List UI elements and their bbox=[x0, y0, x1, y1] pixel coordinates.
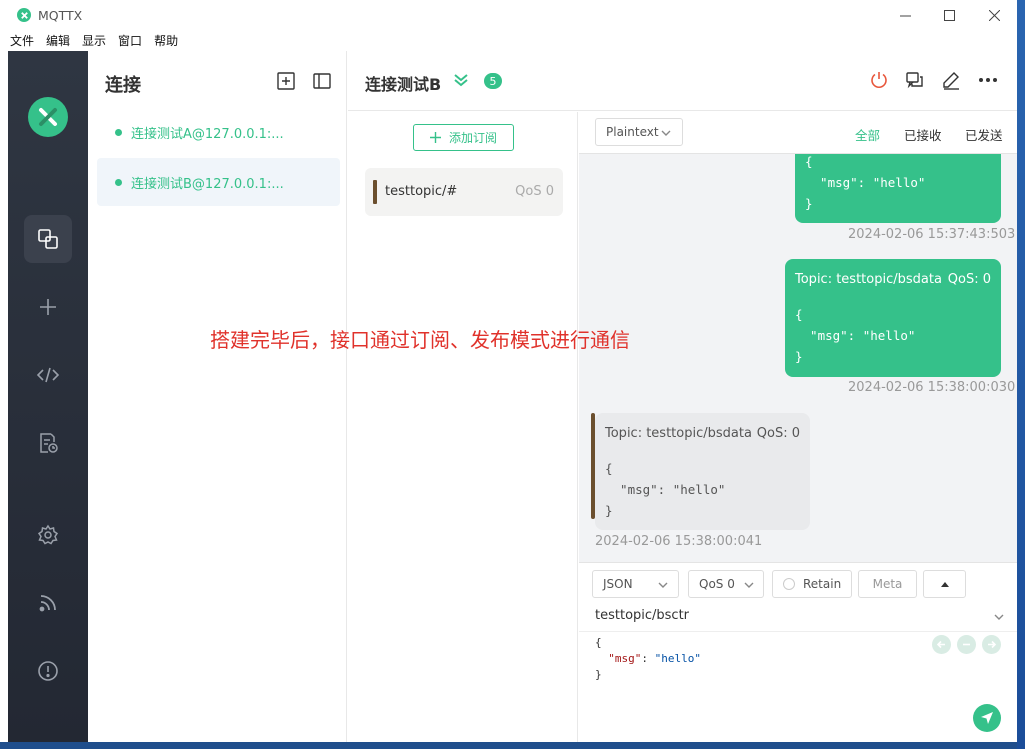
retain-label: Retain bbox=[803, 577, 842, 591]
nav-about-icon[interactable] bbox=[24, 647, 72, 695]
edit-connection-icon[interactable] bbox=[940, 69, 962, 91]
subscription-topic: testtopic/# bbox=[385, 184, 458, 199]
nav-connections-icon[interactable] bbox=[24, 215, 72, 263]
nav-settings-icon[interactable] bbox=[24, 511, 72, 559]
new-window-icon[interactable] bbox=[904, 69, 926, 91]
retain-checkbox[interactable]: Retain bbox=[772, 570, 852, 598]
history-next-icon[interactable] bbox=[982, 635, 1001, 654]
nav-new-connection-icon[interactable] bbox=[24, 283, 72, 331]
disconnect-power-icon[interactable] bbox=[868, 69, 890, 91]
message-payload: { "msg": "hello" } bbox=[605, 461, 726, 518]
filter-sent-tab[interactable]: 已发送 bbox=[965, 125, 1003, 144]
topic-divider bbox=[579, 631, 1018, 632]
message-filter-bar: Plaintext 全部 已接收 已发送 bbox=[579, 112, 1018, 154]
connection-title: 连接测试B bbox=[365, 75, 442, 94]
message-list: { "msg": "hello" } 2024-02-06 15:37:43:5… bbox=[579, 112, 1018, 562]
menu-edit[interactable]: 编辑 bbox=[46, 32, 70, 49]
message-topic: Topic: testtopic/bsdata bbox=[795, 272, 942, 287]
desktop-background bbox=[1017, 0, 1025, 749]
payload-separator: : bbox=[641, 652, 655, 665]
menu-help[interactable]: 帮助 bbox=[154, 32, 178, 49]
publish-topic-input[interactable]: testtopic/bsctr bbox=[595, 608, 689, 623]
annotation-caption: 搭建完毕后，接口通过订阅、发布模式进行通信 bbox=[210, 328, 630, 352]
topic-history-chevron-icon[interactable] bbox=[993, 611, 1005, 623]
connection-name: 连接测试A@127.0.0.1:... bbox=[131, 126, 284, 142]
app-window: MQTTX 文件 编辑 显示 窗口 帮助 连接 连接测试A@127.0.0.1:… bbox=[0, 0, 1025, 742]
collapse-up-button[interactable] bbox=[923, 570, 966, 598]
retain-radio-icon bbox=[783, 578, 795, 590]
message-bubble-sent: Topic: testtopic/bsdata QoS: 0 { "msg": … bbox=[785, 259, 1001, 377]
add-subscription-button[interactable]: 添加订阅 bbox=[413, 124, 514, 151]
subscription-item[interactable]: testtopic/# QoS 0 bbox=[365, 168, 563, 216]
meta-label: Meta bbox=[872, 577, 903, 591]
add-subscription-label: 添加订阅 bbox=[448, 131, 497, 145]
connection-name: 连接测试B@127.0.0.1:... bbox=[131, 176, 284, 192]
chevron-down-icon bbox=[658, 582, 668, 588]
online-status-dot bbox=[115, 178, 122, 186]
filter-received-tab[interactable]: 已接收 bbox=[904, 125, 942, 144]
history-previous-icon[interactable] bbox=[932, 635, 951, 654]
message-timestamp: 2024-02-06 15:38:00:030 bbox=[848, 380, 1016, 395]
connections-title: 连接 bbox=[105, 75, 141, 96]
message-topic: Topic: testtopic/bsdata bbox=[605, 426, 752, 441]
menu-file[interactable]: 文件 bbox=[10, 32, 34, 49]
subscription-color-bar bbox=[373, 180, 377, 204]
subscription-qos: QoS 0 bbox=[515, 184, 554, 199]
payload-key: "msg" bbox=[608, 652, 642, 665]
app-logo-icon bbox=[17, 8, 31, 22]
message-count-badge: 5 bbox=[484, 73, 502, 89]
mqttx-logo bbox=[28, 97, 68, 137]
filter-all-tab[interactable]: 全部 bbox=[855, 125, 880, 144]
message-qos: QoS: 0 bbox=[756, 426, 800, 441]
connections-panel: 连接 连接测试A@127.0.0.1:... 连接测试B@127.0.0.1:.… bbox=[88, 51, 347, 742]
nav-log-icon[interactable] bbox=[24, 419, 72, 467]
nav-subscribe-feed-icon[interactable] bbox=[24, 579, 72, 627]
close-window-button[interactable] bbox=[971, 0, 1017, 30]
connection-header: 连接测试B 5 bbox=[348, 51, 1018, 111]
chevron-double-down-icon[interactable] bbox=[453, 72, 469, 92]
send-icon bbox=[981, 712, 993, 724]
payload-brace-open: { bbox=[595, 636, 602, 649]
payload-value: "hello" bbox=[654, 652, 701, 665]
toggle-panel-icon[interactable] bbox=[313, 72, 331, 90]
payload-editor[interactable]: { "msg": "hello" } bbox=[595, 635, 701, 683]
message-payload: { "msg": "hello" } bbox=[805, 154, 926, 211]
menu-bar: 文件 编辑 显示 窗口 帮助 bbox=[0, 30, 1018, 51]
subscription-color-bar bbox=[591, 413, 595, 519]
message-bubble-received: Topic: testtopic/bsdata QoS: 0 { "msg": … bbox=[591, 413, 810, 530]
left-sidebar bbox=[8, 51, 88, 742]
online-status-dot bbox=[115, 128, 122, 136]
meta-button[interactable]: Meta bbox=[858, 570, 917, 598]
chevron-down-icon bbox=[661, 130, 671, 136]
send-message-button[interactable] bbox=[973, 704, 1001, 732]
message-payload: { "msg": "hello" } bbox=[795, 307, 916, 364]
connection-item-a[interactable]: 连接测试A@127.0.0.1:... bbox=[97, 108, 340, 156]
payload-type-value: JSON bbox=[603, 577, 633, 591]
maximize-button[interactable] bbox=[926, 0, 972, 30]
history-clear-icon[interactable] bbox=[957, 635, 976, 654]
connection-item-b[interactable]: 连接测试B@127.0.0.1:... bbox=[97, 158, 340, 206]
payload-format-select[interactable]: Plaintext bbox=[595, 118, 683, 146]
publish-panel: JSON QoS 0 Retain Meta testtopic/bsctr {… bbox=[579, 562, 1018, 742]
payload-type-select[interactable]: JSON bbox=[592, 570, 679, 598]
minimize-button[interactable] bbox=[882, 0, 928, 30]
message-timestamp: 2024-02-06 15:37:43:503 bbox=[848, 227, 1016, 242]
publish-qos-select[interactable]: QoS 0 bbox=[688, 570, 764, 598]
caret-up-icon bbox=[940, 582, 949, 587]
menu-window[interactable]: 窗口 bbox=[118, 32, 142, 49]
nav-script-icon[interactable] bbox=[24, 351, 72, 399]
menu-view[interactable]: 显示 bbox=[82, 32, 106, 49]
chevron-down-icon bbox=[744, 582, 754, 588]
new-connection-icon[interactable] bbox=[277, 72, 295, 90]
payload-format-value: Plaintext bbox=[606, 125, 659, 139]
message-timestamp: 2024-02-06 15:38:00:041 bbox=[595, 534, 763, 549]
more-options-icon[interactable] bbox=[977, 69, 999, 91]
message-qos: QoS: 0 bbox=[947, 272, 991, 287]
payload-brace-close: } bbox=[595, 668, 602, 681]
subscriptions-panel: 添加订阅 testtopic/# QoS 0 bbox=[348, 112, 578, 742]
title-bar: MQTTX bbox=[0, 0, 1018, 30]
window-title: MQTTX bbox=[38, 7, 83, 23]
publish-qos-value: QoS 0 bbox=[699, 577, 735, 591]
